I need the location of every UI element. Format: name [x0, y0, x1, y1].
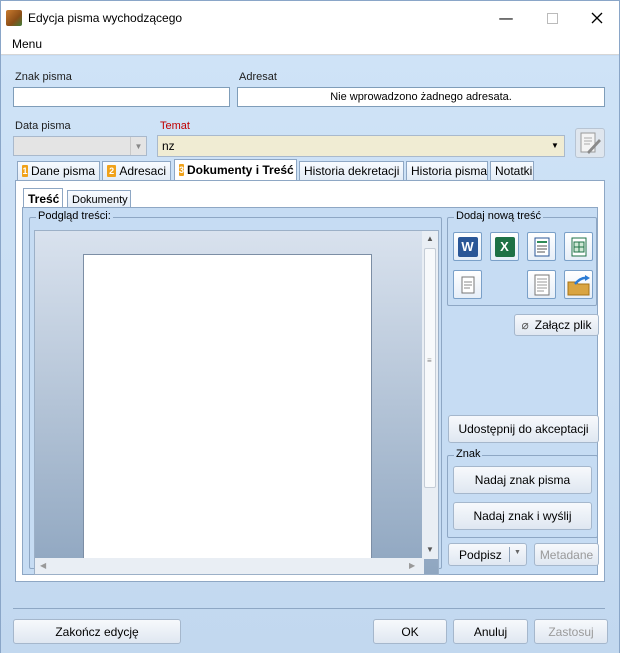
cancel-button[interactable]: Anuluj [453, 619, 528, 644]
tab-label: Dokumenty i Treść [187, 163, 294, 177]
preview-group: Podgląd treści: ▲ ≡ ▼ ◀ ▶ [29, 210, 442, 575]
adresat-field[interactable]: Nie wprowadzono żadnego adresata. [237, 87, 605, 107]
add-content-title: Dodaj nową treść [454, 210, 543, 222]
bottom-divider [13, 608, 605, 609]
horizontal-scrollbar[interactable]: ◀ ▶ [35, 558, 424, 574]
window-title: Edycja pisma wychodzącego [28, 11, 183, 25]
minimize-icon: — [498, 8, 514, 27]
form-document-icon [534, 274, 549, 295]
assign-sign-and-send-button[interactable]: Nadaj znak i wyślij [453, 502, 592, 530]
excel-icon: X [494, 236, 515, 257]
tab-notatki[interactable]: Notatki [490, 161, 534, 180]
subtab-label: Dokumenty [72, 194, 128, 206]
document-preview[interactable]: ▲ ≡ ▼ ◀ ▶ [34, 230, 439, 575]
temat-label: Temat [160, 120, 190, 132]
new-form-document-button[interactable] [527, 270, 556, 299]
data-pisma-label: Data pisma [15, 120, 71, 132]
close-button[interactable] [574, 1, 620, 35]
menu-item-menu[interactable]: Menu [12, 37, 42, 51]
grip-icon: ≡ [427, 356, 432, 365]
tab-adresaci[interactable]: 2 Adresaci [102, 161, 171, 180]
scroll-up-icon: ▲ [426, 234, 434, 243]
folder-arrow-icon [567, 274, 590, 295]
title-bar: Edycja pisma wychodzącego — [1, 1, 619, 35]
new-text-document-button[interactable] [527, 232, 556, 261]
data-pisma-select[interactable]: ▼ [13, 136, 147, 156]
new-excel-button[interactable]: X [490, 232, 519, 261]
edit-document-button[interactable] [575, 128, 605, 158]
scroll-down-icon: ▼ [426, 545, 434, 554]
tab-label: Historia dekretacji [304, 164, 400, 178]
adresat-label: Adresat [239, 71, 277, 83]
tab-dokumenty-i-tresc[interactable]: 3 Dokumenty i Treść [174, 159, 297, 180]
preview-page [83, 254, 372, 559]
znak-label: Znak pisma [15, 71, 72, 83]
form-content: Znak pisma Adresat Nie wprowadzono żadne… [1, 56, 619, 653]
tab-label: Historia pisma [411, 164, 488, 178]
main-window: Edycja pisma wychodzącego — Menu Znak pi… [0, 0, 620, 653]
vertical-scrollbar[interactable]: ▲ ≡ ▼ [422, 231, 438, 559]
chevron-down-icon: ▼ [551, 141, 559, 150]
preview-title: Podgląd treści: [36, 210, 113, 222]
tab-number-badge: 2 [107, 165, 117, 177]
add-content-group: Dodaj nową treść W X [447, 210, 597, 306]
znak-input[interactable] [13, 87, 230, 107]
sign-dropdown-divider [509, 547, 510, 562]
tab-historia-dekretacji[interactable]: Historia dekretacji [299, 161, 404, 180]
tab-panel: Treść Dokumenty Podgląd treści: ▲ ≡ ▼ ◀ … [15, 180, 605, 582]
sign-label: Podpisz [459, 547, 502, 562]
word-icon: W [457, 236, 478, 257]
sign-button[interactable]: Podpisz ▼ [448, 543, 527, 566]
scroll-left-icon: ◀ [40, 561, 47, 570]
maximize-icon [546, 12, 558, 24]
menu-bar: Menu [1, 35, 619, 55]
spreadsheet-icon [571, 237, 586, 256]
new-word-button[interactable]: W [453, 232, 482, 261]
temat-select[interactable]: nz ▼ [157, 135, 565, 157]
tab-label: Adresaci [119, 164, 166, 178]
metadata-button[interactable]: Metadane [534, 543, 599, 566]
edit-document-icon [580, 132, 601, 154]
open-from-folder-button[interactable] [564, 270, 593, 299]
assign-sign-button[interactable]: Nadaj znak pisma [453, 466, 592, 494]
attach-file-button[interactable]: ⌀ Załącz plik [514, 314, 599, 336]
maximize-button[interactable] [529, 1, 575, 35]
tab-label: Notatki [495, 164, 533, 178]
scroll-right-icon: ▶ [409, 561, 416, 570]
subtab-panel: Podgląd treści: ▲ ≡ ▼ ◀ ▶ Dodaj nową tre… [22, 207, 599, 575]
plain-document-icon [461, 276, 474, 293]
znak-group-title: Znak [454, 448, 483, 460]
tab-label: Dane pisma [30, 164, 95, 178]
subtab-label: Treść [28, 192, 60, 206]
new-plain-document-button[interactable] [453, 270, 482, 299]
text-document-icon [534, 237, 549, 256]
znak-group: Znak Nadaj znak pisma Nadaj znak i wyśli… [447, 448, 598, 538]
paperclip-icon: ⌀ [521, 318, 529, 332]
chevron-down-icon[interactable]: ▼ [514, 549, 521, 556]
tab-historia-pisma[interactable]: Historia pisma [406, 161, 488, 180]
ok-button[interactable]: OK [373, 619, 447, 644]
share-for-approval-button[interactable]: Udostępnij do akceptacji [448, 415, 599, 443]
attach-file-label: Załącz plik [534, 318, 592, 332]
temat-value: nz [162, 139, 175, 153]
new-spreadsheet-button[interactable] [564, 232, 593, 261]
minimize-button[interactable]: — [483, 1, 529, 35]
close-icon [591, 12, 603, 24]
scrollbar-thumb[interactable] [424, 248, 436, 488]
app-icon [6, 10, 22, 26]
tab-dane-pisma[interactable]: 1 Dane pisma [17, 161, 100, 180]
finish-editing-button[interactable]: Zakończ edycję [13, 619, 181, 644]
apply-button[interactable]: Zastosuj [534, 619, 608, 644]
tab-number-badge: 3 [179, 164, 185, 176]
tab-number-badge: 1 [22, 165, 28, 177]
subtab-tresc[interactable]: Treść [23, 188, 63, 209]
chevron-down-icon: ▼ [130, 137, 146, 155]
